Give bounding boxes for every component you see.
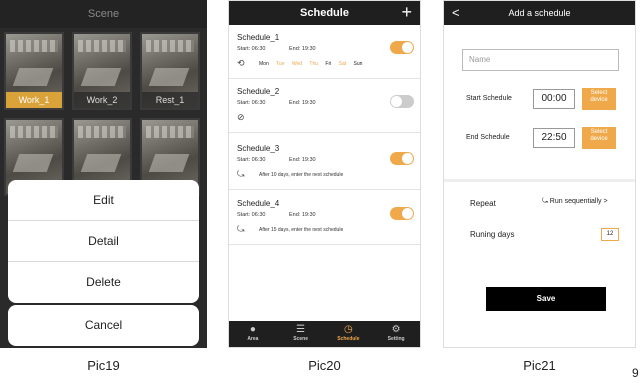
schedule-item-4[interactable]: Schedule_4 Start: 06:30 End: 19:30 ⤿ Aft… [229,193,420,245]
scene-tile-label: Work_2 [74,92,130,108]
scene-tile-label: Work_1 [6,92,62,108]
schedule-toggle[interactable] [390,41,414,54]
section-divider [444,179,635,182]
schedule-item-1[interactable]: Schedule_1 Start: 06:30 End: 19:30 ⟲ Mon… [229,27,420,79]
end-schedule-label: End Schedule [466,134,510,141]
schedule-start: Start: 06:30 [237,46,266,52]
schedule-toggle[interactable] [390,207,414,220]
action-sheet: Edit Detail Delete [8,180,199,303]
repeat-selector[interactable]: ⤿ Run sequentially > [542,198,608,206]
clock-icon: ◷ [344,324,353,335]
scene-title: Scene [0,0,207,28]
schedule-start: Start: 06:30 [237,157,266,163]
repeat-loop-icon: ⟲ [237,58,245,68]
repeat-value: Run sequentially [549,198,602,205]
delete-button[interactable]: Delete [8,262,199,303]
day-tue: Tue [276,61,285,67]
repeat-label: Repeat [470,199,496,208]
scene-icon: ☰ [296,324,306,335]
pic20-screen: Schedule + Schedule_1 Start: 06:30 End: … [228,0,421,348]
bottom-tab-bar: ● Area ☰ Scene ◷ Schedule ⚙ Setting [229,321,420,347]
schedule-name: Schedule_2 [237,87,280,96]
cancel-sheet: Cancel [8,305,199,346]
sequential-repeat-icon: ⤿ [542,198,550,205]
start-schedule-label: Start Schedule [466,95,512,102]
save-button[interactable]: Save [486,287,606,311]
chevron-right-icon: > [601,198,608,205]
tab-setting[interactable]: ⚙ Setting [372,321,420,347]
tab-scene[interactable]: ☰ Scene [277,321,325,347]
day-sat: Sat [338,61,347,67]
runing-days-label: Runing days [470,230,515,239]
scene-tile-work-2[interactable]: Work_2 [72,32,132,110]
schedule-title: Schedule [300,7,349,19]
schedule-start: Start: 06:30 [237,212,266,218]
schedule-end: End: 19:30 [289,157,316,163]
pic19-screen: Scene Work_1 Work_2 Rest_1 Edit Detail D… [0,0,207,348]
add-schedule-header: < Add a schedule [444,1,635,25]
tab-label: Schedule [337,336,360,342]
schedule-desc: After 10 days, enter the next schedule [259,172,344,178]
schedule-name: Schedule_1 [237,33,280,42]
tab-area[interactable]: ● Area [229,321,277,347]
scene-tile-rest-1[interactable]: Rest_1 [140,32,200,110]
day-fri: Fri [325,61,332,67]
day-thu: Thu [309,61,319,67]
schedule-desc: After 15 days, enter the next schedule [259,227,344,233]
cancel-button[interactable]: Cancel [8,305,199,346]
schedule-end: End: 19:30 [289,212,316,218]
schedule-toggle[interactable] [390,152,414,165]
caption-pic20: Pic20 [308,358,341,373]
schedule-end: End: 19:30 [289,100,316,106]
start-select-device-button[interactable]: Select device [582,88,616,110]
day-sun: Sun [353,61,363,67]
no-repeat-icon: ⊘ [237,112,245,122]
schedule-toggle[interactable] [390,95,414,108]
tab-schedule[interactable]: ◷ Schedule [325,321,373,347]
tab-label: Area [247,336,259,342]
day-mon: Mon [259,61,269,67]
tab-label: Setting [387,336,405,342]
start-time-field[interactable]: 00:00 [533,89,575,109]
pic21-screen: < Add a schedule Name Start Schedule 00:… [443,0,636,348]
end-select-device-button[interactable]: Select device [582,127,616,149]
schedule-end: End: 19:30 [289,46,316,52]
schedule-header: Schedule + [229,1,420,25]
add-schedule-icon[interactable]: + [401,1,412,23]
name-input[interactable]: Name [462,49,619,71]
add-schedule-title: Add a schedule [508,8,571,18]
runing-days-value[interactable]: 12 [601,228,619,241]
schedule-item-3[interactable]: Schedule_3 Start: 06:30 End: 19:30 ⤿ Aft… [229,138,420,190]
page-number: 9 [632,366,639,380]
tab-label: Scene [293,336,308,342]
schedule-item-2[interactable]: Schedule_2 Start: 06:30 End: 19:30 ⊘ [229,81,420,133]
edit-button[interactable]: Edit [8,180,199,221]
caption-pic19: Pic19 [87,358,120,373]
gear-icon: ⚙ [391,324,401,335]
sequential-repeat-icon: ⤿ [237,224,245,234]
schedule-name: Schedule_4 [237,199,280,208]
schedule-days: Mon Tue Wed Thu Fri Sat Sun [259,61,368,67]
detail-button[interactable]: Detail [8,221,199,262]
caption-pic21: Pic21 [523,358,556,373]
scene-tile-work-1[interactable]: Work_1 [4,32,64,110]
schedule-start: Start: 06:30 [237,100,266,106]
scene-tile-label: Rest_1 [142,92,198,108]
schedule-name: Schedule_3 [237,144,280,153]
area-icon: ● [249,324,256,335]
sequential-repeat-icon: ⤿ [237,169,245,179]
day-wed: Wed [291,61,303,67]
back-arrow-icon[interactable]: < [452,1,460,25]
end-time-field[interactable]: 22:50 [533,128,575,148]
